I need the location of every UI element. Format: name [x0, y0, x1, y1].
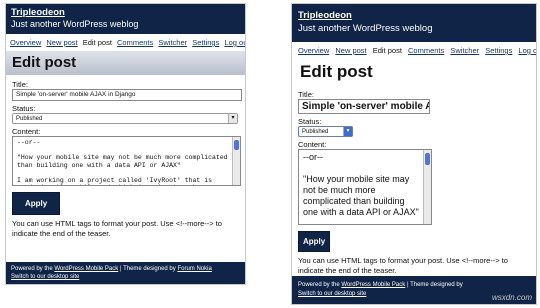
title-label: Title:: [12, 80, 28, 89]
wordpress-mobile-pack-link[interactable]: WordPress Mobile Pack: [54, 266, 118, 272]
chevron-down-icon: ▾: [228, 114, 237, 123]
content-label: Content:: [12, 127, 41, 136]
status-select[interactable]: Published ▾: [12, 113, 238, 124]
site-tagline: Just another WordPress weblog: [298, 23, 433, 34]
edit-post-form: Title: Simple 'on-server' mobile AJAX St…: [292, 85, 536, 278]
scrollbar-thumb[interactable]: [234, 140, 239, 150]
nav-comments[interactable]: Comments: [117, 38, 153, 47]
status-selected-value: Published: [302, 128, 329, 135]
site-title-link[interactable]: Tripleodeon: [298, 10, 530, 22]
page-title: Edit post: [300, 62, 373, 81]
nav-settings[interactable]: Settings: [192, 38, 219, 47]
apply-button[interactable]: Apply: [12, 192, 61, 215]
nav-settings[interactable]: Settings: [485, 46, 512, 55]
html-help-text: You can use HTML tags to format your pos…: [12, 219, 222, 238]
page-title: Edit post: [12, 54, 77, 71]
content-scrollbar[interactable]: [423, 150, 431, 224]
content-textarea[interactable]: --or-- "How your mobile site may not be …: [12, 136, 241, 186]
watermark: wsxdn.com: [491, 293, 532, 302]
scrollbar-thumb[interactable]: [425, 153, 430, 165]
nav-edit-post[interactable]: Edit post: [373, 46, 402, 55]
status-select[interactable]: Published ▾: [298, 126, 353, 137]
edit-post-form: Title: Simple 'on-server' mobile AJAX in…: [6, 75, 245, 241]
nav-log-out[interactable]: Log out: [224, 38, 245, 47]
switch-desktop-link[interactable]: Switch to our desktop site: [298, 291, 366, 297]
page-title-bar: Edit post: [6, 51, 245, 75]
nav-log-out[interactable]: Log out: [518, 46, 536, 55]
status-selected-value: Published: [16, 115, 43, 122]
nav-edit-post[interactable]: Edit post: [83, 38, 112, 47]
html-help-text: You can use HTML tags to format your pos…: [298, 256, 508, 275]
page-title-bar: Edit post: [292, 59, 536, 85]
site-footer: Powered by the WordPress Mobile Pack | T…: [6, 262, 245, 284]
nav-new-post[interactable]: New post: [46, 38, 77, 47]
site-title-link[interactable]: Tripleodeon: [11, 7, 240, 19]
title-input[interactable]: Simple 'on-server' mobile AJAX in Django: [12, 89, 242, 101]
content-textarea[interactable]: --or-- "How your mobile site may not be …: [298, 149, 432, 225]
nav-switcher[interactable]: Switcher: [158, 38, 187, 47]
footer-theme-text: | Theme designed by: [405, 282, 463, 288]
footer-theme-text: | Theme designed by: [118, 266, 178, 272]
site-tagline: Just another WordPress weblog: [11, 19, 139, 29]
wordpress-mobile-pack-link[interactable]: WordPress Mobile Pack: [341, 282, 405, 288]
admin-nav: Overview New post Edit post Comments Swi…: [292, 42, 536, 59]
content-text: --or-- "How your mobile site may not be …: [17, 139, 228, 185]
site-header: Tripleodeon Just another WordPress weblo…: [292, 4, 536, 42]
left-screenshot-panel: Tripleodeon Just another WordPress weblo…: [5, 3, 246, 285]
forum-nokia-link[interactable]: Forum Nokia: [177, 266, 211, 272]
nav-overview[interactable]: Overview: [10, 38, 41, 47]
footer-powered-text: Powered by the: [11, 266, 55, 272]
status-label: Status:: [12, 104, 36, 113]
site-header: Tripleodeon Just another WordPress weblo…: [6, 4, 245, 34]
title-input[interactable]: Simple 'on-server' mobile AJAX: [298, 99, 430, 114]
nav-new-post[interactable]: New post: [335, 46, 366, 55]
nav-overview[interactable]: Overview: [298, 46, 329, 55]
chevron-down-icon: ▾: [343, 127, 352, 136]
title-label: Title:: [298, 90, 314, 99]
status-label: Status:: [298, 117, 322, 126]
apply-button[interactable]: Apply: [298, 231, 331, 252]
right-screenshot-panel: Tripleodeon Just another WordPress weblo…: [291, 3, 537, 305]
content-scrollbar[interactable]: [232, 137, 240, 185]
switch-desktop-link[interactable]: Switch to our desktop site: [11, 274, 79, 280]
nav-comments[interactable]: Comments: [408, 46, 444, 55]
nav-switcher[interactable]: Switcher: [450, 46, 479, 55]
content-label: Content:: [298, 140, 327, 149]
footer-powered-text: Powered by the: [298, 282, 342, 288]
content-text: --or-- "How your mobile site may not be …: [303, 152, 419, 217]
admin-nav: Overview New post Edit post Comments Swi…: [6, 34, 245, 51]
